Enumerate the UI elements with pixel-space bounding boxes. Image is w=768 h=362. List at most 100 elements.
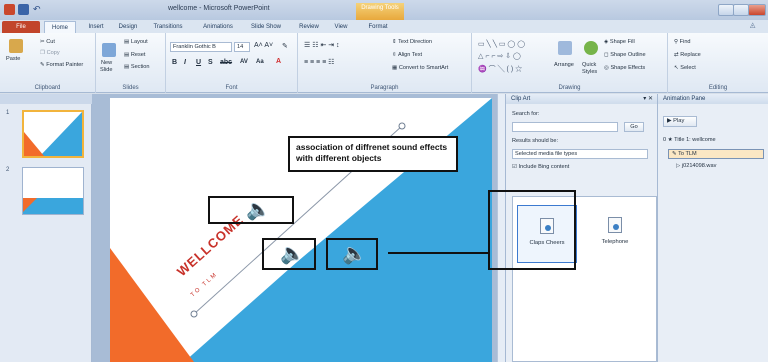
speaker-icon[interactable]: 🔈 <box>280 244 305 264</box>
slide-thumbnail-2[interactable] <box>22 167 84 215</box>
text-direction-button[interactable]: ⇕ Text Direction <box>392 39 432 45</box>
shapes-gallery-row2-icon[interactable]: △ ⌐ ⌐ ⇨ ⇩ ◯ <box>478 52 521 60</box>
layout-button[interactable]: ▤ Layout <box>124 39 148 45</box>
paragraph-group-label: Paragraph <box>370 85 399 91</box>
character-spacing-icon[interactable]: AV <box>240 59 248 65</box>
italic-icon[interactable]: I <box>184 59 186 66</box>
resize-handle[interactable] <box>398 122 406 130</box>
tab-review[interactable]: Review <box>294 21 324 33</box>
quick-styles-button-line2[interactable]: Styles <box>582 69 597 75</box>
tab-slide-show[interactable]: Slide Show <box>246 21 286 33</box>
new-slide-icon[interactable] <box>102 43 116 57</box>
select-button-label: Select <box>680 65 696 71</box>
new-slide-button-line2[interactable]: Slide <box>100 67 112 73</box>
animation-item-label: j0214098.wav <box>681 163 717 169</box>
resize-handle[interactable] <box>190 310 198 318</box>
find-button-label: Find <box>679 39 691 45</box>
arrange-button[interactable]: Arrange <box>554 62 574 68</box>
tab-insert[interactable]: Insert <box>82 21 110 33</box>
maximize-button[interactable] <box>733 4 749 16</box>
slides-outline-tabs[interactable] <box>0 94 92 104</box>
paste-icon[interactable] <box>9 39 23 53</box>
reset-icon: ▤ <box>124 52 131 58</box>
tab-format[interactable]: Format <box>362 21 394 33</box>
clear-formatting-icon[interactable]: ✎ <box>282 42 288 50</box>
text-direction-button-label: Text Direction <box>398 39 433 45</box>
close-button[interactable] <box>748 4 766 16</box>
new-slide-button[interactable]: New <box>101 60 112 66</box>
bullets-icon[interactable]: ☰ ☷ ⇤ ⇥ ↕ <box>304 41 340 49</box>
slide-canvas[interactable]: WELLCOME TO TLM association of diffrenet… <box>110 98 492 362</box>
cut-button[interactable]: ✂ Cut <box>40 39 55 45</box>
replace-button[interactable]: ⇄ Replace <box>674 52 701 58</box>
slide-thumbnail-2-preview <box>23 198 83 214</box>
highlight-box-2: 🔈 <box>262 238 316 270</box>
bold-icon[interactable]: B <box>172 59 177 66</box>
speaker-icon[interactable]: 🔈 <box>342 244 367 264</box>
undo-icon[interactable]: ↶ <box>33 4 43 15</box>
copy-icon: ❐ <box>40 50 47 56</box>
include-bing-checkbox[interactable]: ☑ Include Bing content <box>512 164 569 170</box>
tab-home[interactable]: Home <box>44 21 76 33</box>
align-icon[interactable]: ≡ ≡ ≡ ≡ ☷ <box>304 58 334 66</box>
find-button[interactable]: ⚲ Find <box>674 39 691 45</box>
slide-editor: WELLCOME TO TLM association of diffrenet… <box>92 94 500 362</box>
shapes-gallery-icon[interactable]: ▭ ╲ ╲ ▭ ◯ ◯ <box>478 40 525 48</box>
shape-fill-button[interactable]: ◈ Shape Fill <box>604 39 635 45</box>
search-input[interactable] <box>512 122 618 132</box>
powerpoint-app-icon[interactable] <box>4 4 15 15</box>
clip-art-header: Clip Art <box>506 94 657 104</box>
shape-outline-button[interactable]: ◻ Shape Outline <box>604 52 646 58</box>
quick-styles-icon[interactable] <box>584 41 598 55</box>
tab-animations[interactable]: Animations <box>196 21 240 33</box>
smartart-icon: ▦ <box>392 65 399 71</box>
clip-result-label: Telephone <box>601 239 629 245</box>
shape-effects-button-label: Shape Effects <box>610 65 646 71</box>
shape-effects-button[interactable]: ◎ Shape Effects <box>604 65 645 71</box>
strikethrough-icon[interactable]: abc <box>220 59 232 66</box>
reset-button[interactable]: ▤ Reset <box>124 52 145 58</box>
include-bing-checkbox-label: Include Bing content <box>518 164 570 170</box>
align-text-button[interactable]: ⇳ Align Text <box>392 52 422 58</box>
font-name-input[interactable]: Franklin Gothic B <box>170 42 232 52</box>
arrange-icon[interactable] <box>558 41 572 55</box>
tab-view[interactable]: View <box>330 21 352 33</box>
shadow-icon[interactable]: S <box>208 59 213 66</box>
tab-file[interactable]: File <box>2 21 40 33</box>
speaker-icon[interactable]: 🔈 <box>246 200 271 220</box>
section-button[interactable]: ▤ Section <box>124 64 150 70</box>
media-type-select[interactable]: Selected media file types <box>512 149 648 159</box>
shapes-gallery-row3-icon[interactable]: ♒ ⌒ ╲ ( ) ☆ <box>478 64 522 74</box>
slide-thumbnail-1[interactable] <box>22 110 84 158</box>
help-icon[interactable]: ◬ <box>750 21 755 29</box>
select-button[interactable]: ↖ Select <box>674 65 696 71</box>
minimize-button[interactable] <box>718 4 734 16</box>
save-icon[interactable] <box>18 4 29 15</box>
tab-transitions[interactable]: Transitions <box>148 21 188 33</box>
animation-item[interactable]: ✎ To TLM <box>668 149 764 159</box>
animation-item-label: To TLM <box>678 151 697 157</box>
font-color-icon[interactable]: A <box>276 58 281 65</box>
format-painter-button[interactable]: ✎ Format Painter <box>40 62 83 68</box>
underline-icon[interactable]: U <box>196 59 201 66</box>
paste-button[interactable]: Paste <box>6 56 20 62</box>
animation-pane: Animation Pane ▶ Play 0 ★ Title 1: wellc… <box>657 94 768 362</box>
play-button-label: Play <box>673 118 685 124</box>
close-icon[interactable]: ▾ ✕ <box>643 95 653 102</box>
tab-design[interactable]: Design <box>114 21 142 33</box>
change-case-icon[interactable]: Aa <box>256 59 264 65</box>
clip-art-pane: Clip Art ▾ ✕ Search for: Go Results shou… <box>488 94 657 362</box>
copy-button[interactable]: ❐ Copy <box>40 50 60 56</box>
grow-font-icon[interactable]: A˄ A˅ <box>254 42 273 49</box>
convert-smartart-button[interactable]: ▦ Convert to SmartArt <box>392 65 448 71</box>
clipboard-group: Paste ✂ Cut ❐ Copy ✎ Format Painter Clip… <box>0 33 96 93</box>
clip-result[interactable]: Telephone <box>585 205 645 263</box>
play-button[interactable]: ▶ Play <box>663 116 697 127</box>
font-size-input[interactable]: 14 <box>234 42 250 52</box>
animation-item[interactable]: 0 ★ Title 1: wellcome <box>663 137 716 143</box>
go-button[interactable]: Go <box>624 122 644 132</box>
animation-item-label: Title 1: wellcome <box>674 137 716 143</box>
quick-styles-button[interactable]: Quick <box>582 62 596 68</box>
drawing-tools-context-label: Drawing Tools <box>356 3 404 20</box>
animation-item[interactable]: ▷ j0214098.wav <box>676 163 716 169</box>
